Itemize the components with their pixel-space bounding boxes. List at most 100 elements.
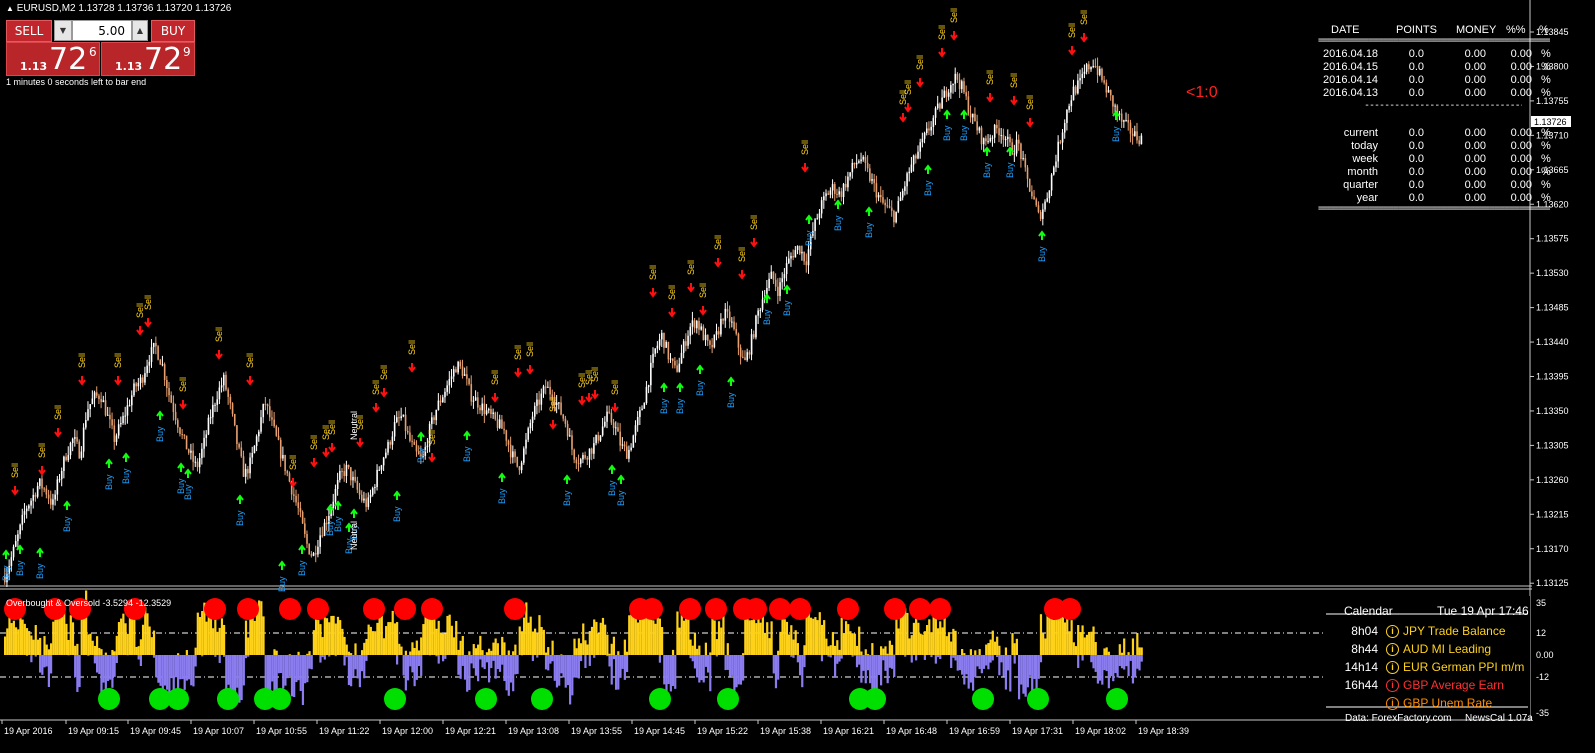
sell-price-button[interactable]: 1.13 72 6 — [6, 42, 100, 76]
stats-period-money: 0.00 — [1464, 179, 1486, 191]
histogram-bar-negative — [98, 655, 101, 674]
candle-body — [25, 508, 28, 512]
info-icon[interactable]: i — [1386, 625, 1399, 638]
candle-body — [14, 541, 17, 547]
candle-body — [1094, 66, 1097, 68]
candle-body — [647, 385, 650, 388]
histogram-bar-positive — [36, 639, 40, 655]
histogram-bar-positive — [1081, 625, 1084, 655]
candle-body — [713, 334, 716, 348]
buy-signal-label: Buy — [235, 510, 245, 526]
candle-body — [869, 168, 871, 181]
candle-body — [1007, 136, 1009, 140]
candle-body — [536, 399, 538, 406]
histogram-bar-negative — [468, 655, 471, 690]
histogram-bar-positive — [411, 642, 414, 655]
info-icon[interactable]: i — [1386, 643, 1399, 656]
histogram-bar-positive — [312, 630, 315, 655]
histogram-bar-negative — [792, 655, 795, 658]
sell-signal-label: Sell — [800, 140, 810, 155]
candle-body — [1020, 143, 1022, 159]
histogram-bar-negative — [277, 655, 280, 674]
histogram-bar-negative — [1026, 655, 1029, 688]
lot-size-input[interactable]: 5.00 — [72, 20, 132, 41]
candle-body — [803, 251, 805, 262]
candle-body — [750, 334, 753, 355]
indicator-level-label: 0.00 — [1536, 650, 1554, 660]
buy-price-button[interactable]: 1.13 72 9 — [101, 42, 195, 76]
candle-body — [862, 156, 865, 160]
buy-arrow-icon — [105, 458, 113, 468]
histogram-bar-negative — [466, 655, 469, 692]
info-icon[interactable]: i — [1386, 679, 1399, 692]
buy-signal-label: Buy — [333, 516, 343, 532]
histogram-bar-negative — [610, 655, 613, 685]
buy-arrow-icon — [924, 164, 932, 174]
candle-body — [487, 409, 490, 411]
histogram-bar-negative — [152, 655, 156, 658]
price-tick-label: 1.13260 — [1536, 475, 1569, 485]
histogram-bar-positive — [890, 644, 894, 655]
candle-body — [547, 386, 549, 388]
histogram-bar-negative — [674, 655, 677, 689]
sell-signal-label: Sell — [214, 327, 224, 342]
candle-body — [240, 447, 243, 457]
info-icon[interactable]: i — [1386, 661, 1399, 674]
histogram-bar-positive — [606, 634, 609, 655]
candle-body — [759, 309, 762, 311]
histogram-bar-positive — [899, 615, 902, 655]
histogram-bar-positive — [947, 632, 951, 655]
histogram-bar-positive — [827, 646, 830, 655]
histogram-bar-positive — [12, 620, 15, 655]
stats-period-label: quarter — [1343, 179, 1378, 191]
histogram-bar-positive — [691, 645, 694, 655]
stats-period-unit: % — [1541, 127, 1551, 139]
histogram-bar-positive — [770, 621, 773, 655]
lot-dropdown-arrow-icon[interactable]: ▼ — [54, 20, 72, 41]
candle-body — [785, 263, 788, 275]
histogram-bar-positive — [450, 625, 453, 655]
histogram-bar-negative — [801, 655, 804, 688]
price-tick-label: 1.13125 — [1536, 578, 1569, 588]
candle-body — [76, 437, 78, 442]
candle-body — [575, 459, 578, 464]
histogram-bar-positive — [260, 601, 263, 655]
histogram-bar-negative — [352, 655, 355, 679]
histogram-bar-negative — [1024, 655, 1027, 697]
histogram-bar-negative — [551, 655, 554, 662]
candle-body — [702, 326, 705, 341]
collapse-triangle-icon[interactable]: ▲ — [6, 4, 14, 13]
stats-double-rule-top: ========================================… — [1318, 35, 1550, 46]
buy-button[interactable]: BUY — [151, 20, 195, 42]
candle-body — [34, 494, 37, 497]
candle-body — [823, 196, 825, 201]
candle-body — [30, 500, 32, 506]
overbought-marker — [837, 598, 859, 620]
histogram-bar-negative — [275, 655, 278, 694]
sell-arrow-icon — [526, 365, 534, 375]
histogram-bar-negative — [290, 655, 294, 697]
buy-arrow-icon — [617, 474, 625, 484]
lot-spin-arrow-icon[interactable]: ▲ — [132, 20, 148, 41]
histogram-bar-negative — [240, 655, 243, 701]
overbought-marker — [279, 598, 301, 620]
histogram-bar-negative — [93, 655, 96, 664]
sell-button[interactable]: SELL — [6, 20, 52, 42]
histogram-bar-positive — [1074, 646, 1078, 655]
histogram-bar-positive — [825, 638, 828, 655]
candle-body — [652, 353, 654, 363]
histogram-bar-negative — [214, 655, 217, 657]
histogram-bar-negative — [739, 655, 743, 685]
stats-row-points: 0.0 — [1408, 87, 1424, 99]
histogram-bar-positive — [347, 651, 351, 655]
histogram-bar-negative — [820, 655, 824, 662]
histogram-bar-positive — [1042, 632, 1045, 655]
candle-body — [297, 502, 300, 509]
candle-body — [203, 437, 205, 449]
histogram-bar-positive — [783, 619, 786, 655]
info-icon[interactable]: i — [1386, 697, 1399, 710]
histogram-bar-positive — [67, 639, 70, 655]
indicator-title: Overbought & Oversold -3.5294 -12.3529 — [6, 598, 172, 608]
stats-period-money: 0.00 — [1464, 140, 1486, 152]
price-chart[interactable]: 1.138451.138001.137551.137101.136651.136… — [0, 0, 1595, 753]
